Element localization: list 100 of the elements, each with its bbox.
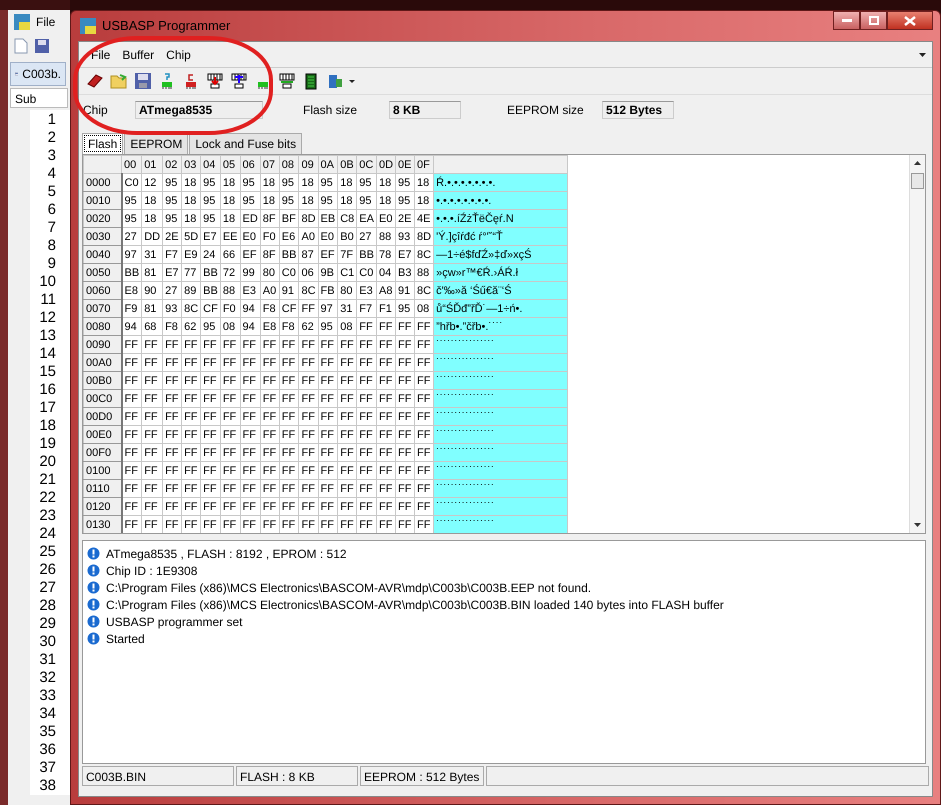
- hex-cell: FF: [122, 336, 142, 354]
- hex-cell: 95: [200, 174, 220, 192]
- scroll-up-icon[interactable]: [914, 161, 921, 165]
- hex-cell: FF: [182, 372, 201, 390]
- line-number: 6: [48, 201, 56, 219]
- line-number: 28: [39, 597, 56, 615]
- new-file-icon[interactable]: [14, 38, 28, 54]
- minimize-button[interactable]: [833, 11, 860, 30]
- dropdown-arrow-icon[interactable]: [349, 80, 355, 82]
- ascii-cell: —1÷é$fďŹ»‡ď»xçŚ: [434, 246, 568, 264]
- line-number: 25: [39, 543, 56, 561]
- chip-verify-icon[interactable]: [230, 72, 248, 90]
- sub-dropdown[interactable]: Sub: [10, 88, 68, 108]
- hex-cell: FF: [279, 444, 299, 462]
- hex-cell: E0: [376, 210, 396, 228]
- hex-cell: 88: [376, 228, 396, 246]
- hex-cell: FF: [356, 390, 376, 408]
- hex-cell: FF: [220, 480, 240, 498]
- hex-cell: FF: [122, 390, 142, 408]
- row-header: 0080: [84, 318, 122, 336]
- hex-cell: FF: [240, 498, 260, 516]
- close-button[interactable]: [887, 11, 933, 30]
- hex-cell: 27: [162, 282, 182, 300]
- scrollbar[interactable]: [909, 155, 925, 533]
- row-header: 00D0: [84, 408, 122, 426]
- log-message: Started: [106, 630, 145, 648]
- hex-cell: EE: [220, 228, 240, 246]
- hex-cell: FF: [122, 426, 142, 444]
- hex-cell: F0: [220, 300, 240, 318]
- hex-cell: BB: [200, 264, 220, 282]
- menu-item[interactable]: File: [36, 13, 56, 31]
- hex-cell: FF: [338, 444, 357, 462]
- column-header: 05: [220, 156, 240, 174]
- hex-cell: FF: [338, 390, 357, 408]
- hex-cell: FF: [338, 462, 357, 480]
- hex-cell: 95: [279, 192, 299, 210]
- hex-cell: BF: [279, 210, 299, 228]
- hex-cell: 27: [356, 228, 376, 246]
- exit-door-icon[interactable]: [326, 72, 344, 90]
- hex-cell: FF: [260, 408, 280, 426]
- hex-cell: FF: [220, 444, 240, 462]
- hex-cell: 95: [240, 174, 260, 192]
- hex-cell: 18: [298, 174, 318, 192]
- hex-cell: FF: [338, 336, 357, 354]
- status-panel: EEPROM : 512 Bytes: [360, 766, 484, 786]
- save-icon[interactable]: [134, 72, 152, 90]
- hex-cell: FF: [122, 462, 142, 480]
- maximize-button[interactable]: [860, 11, 887, 30]
- hex-cell: FF: [240, 390, 260, 408]
- app-icon: [80, 18, 96, 34]
- row-header: 00F0: [84, 444, 122, 462]
- hex-cell: E6: [279, 228, 299, 246]
- hex-cell: 90: [142, 282, 163, 300]
- line-number: 12: [39, 309, 56, 327]
- chip-write-icon[interactable]: [206, 72, 224, 90]
- dropdown-arrow-icon[interactable]: [919, 52, 926, 56]
- tab[interactable]: Lock and Fuse bits: [189, 133, 302, 154]
- hex-cell: 27: [122, 228, 142, 246]
- hex-cell: 8D: [298, 210, 318, 228]
- tab[interactable]: EEPROM: [124, 133, 188, 154]
- hex-cell: E0: [240, 228, 260, 246]
- info-icon: [87, 615, 100, 628]
- editor-tab[interactable]: C003b.: [10, 62, 66, 86]
- ascii-cell: ˙˙˙˙˙˙˙˙˙˙˙˙˙˙˙˙: [434, 462, 568, 480]
- open-folder-icon[interactable]: [110, 72, 128, 90]
- scroll-thumb[interactable]: [911, 173, 924, 189]
- hex-cell: FF: [220, 336, 240, 354]
- hex-cell: FF: [376, 372, 396, 390]
- menu-item[interactable]: Chip: [160, 46, 197, 64]
- hex-cell: 2E: [396, 210, 415, 228]
- hex-cell: FF: [142, 408, 163, 426]
- hex-cell: F8: [162, 318, 182, 336]
- hex-cell: FF: [142, 426, 163, 444]
- hex-cell: 9B: [318, 264, 338, 282]
- app-icon[interactable]: [14, 14, 30, 30]
- eraser-icon[interactable]: [86, 72, 104, 90]
- line-number: 18: [39, 417, 56, 435]
- row-header: 0110: [84, 480, 122, 498]
- menu-item[interactable]: Buffer: [116, 46, 160, 64]
- hex-cell: FF: [200, 444, 220, 462]
- save-icon[interactable]: [34, 38, 50, 54]
- hex-cell: 68: [142, 318, 163, 336]
- hex-cell: 91: [396, 282, 415, 300]
- line-number: 26: [39, 561, 56, 579]
- tab[interactable]: Flash: [82, 133, 124, 154]
- hex-cell: 18: [376, 192, 396, 210]
- hex-cell: 18: [142, 192, 163, 210]
- scroll-down-icon[interactable]: [914, 523, 921, 527]
- chip-read-icon[interactable]: [278, 72, 296, 90]
- log-message: Chip ID : 1E9308: [106, 562, 198, 580]
- hex-cell: FF: [142, 354, 163, 372]
- hex-cell: FF: [240, 516, 260, 533]
- row-header: 0010: [84, 192, 122, 210]
- line-number: 4: [48, 165, 56, 183]
- line-number: 16: [39, 381, 56, 399]
- hex-cell: FF: [162, 372, 182, 390]
- row-header: 0070: [84, 300, 122, 318]
- hex-cell: FF: [142, 480, 163, 498]
- hex-cell: FF: [240, 336, 260, 354]
- ascii-cell: ˙˙˙˙˙˙˙˙˙˙˙˙˙˙˙˙: [434, 444, 568, 462]
